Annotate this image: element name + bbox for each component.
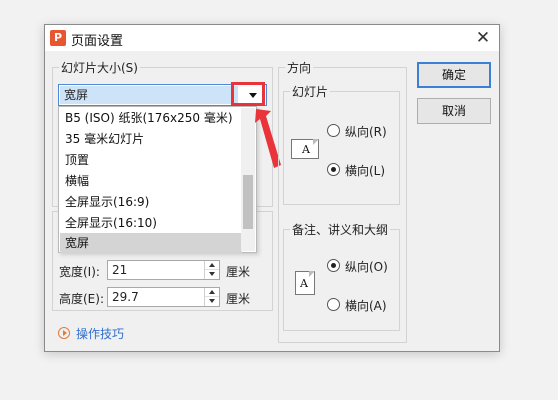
notes-landscape-radio[interactable]: [327, 298, 340, 311]
slides-landscape-radio[interactable]: [327, 163, 340, 176]
cancel-button[interactable]: 取消: [417, 98, 491, 124]
landscape-page-icon: A: [291, 139, 321, 161]
notes-portrait-radio[interactable]: [327, 259, 340, 272]
play-circle-icon: [58, 327, 70, 339]
notes-portrait-label[interactable]: 纵向(O): [345, 258, 388, 275]
notes-landscape-label[interactable]: 横向(A): [345, 297, 387, 314]
slides-portrait-radio[interactable]: [327, 124, 340, 137]
orientation-label: 方向: [285, 59, 314, 76]
slides-portrait-label[interactable]: 纵向(R): [345, 123, 387, 140]
page-setup-dialog: P 页面设置 ✕ 幻灯片大小(S) 宽屏 宽度(I): 21 厘米 高度(E):…: [44, 24, 500, 352]
portrait-page-icon: A: [295, 271, 317, 297]
slides-orientation-label: 幻灯片: [290, 83, 331, 100]
notes-orientation-label: 备注、讲义和大纲: [290, 221, 391, 238]
tips-link[interactable]: 操作技巧: [76, 325, 124, 342]
ok-button[interactable]: 确定: [417, 62, 491, 88]
slides-landscape-label[interactable]: 横向(L): [345, 162, 385, 179]
